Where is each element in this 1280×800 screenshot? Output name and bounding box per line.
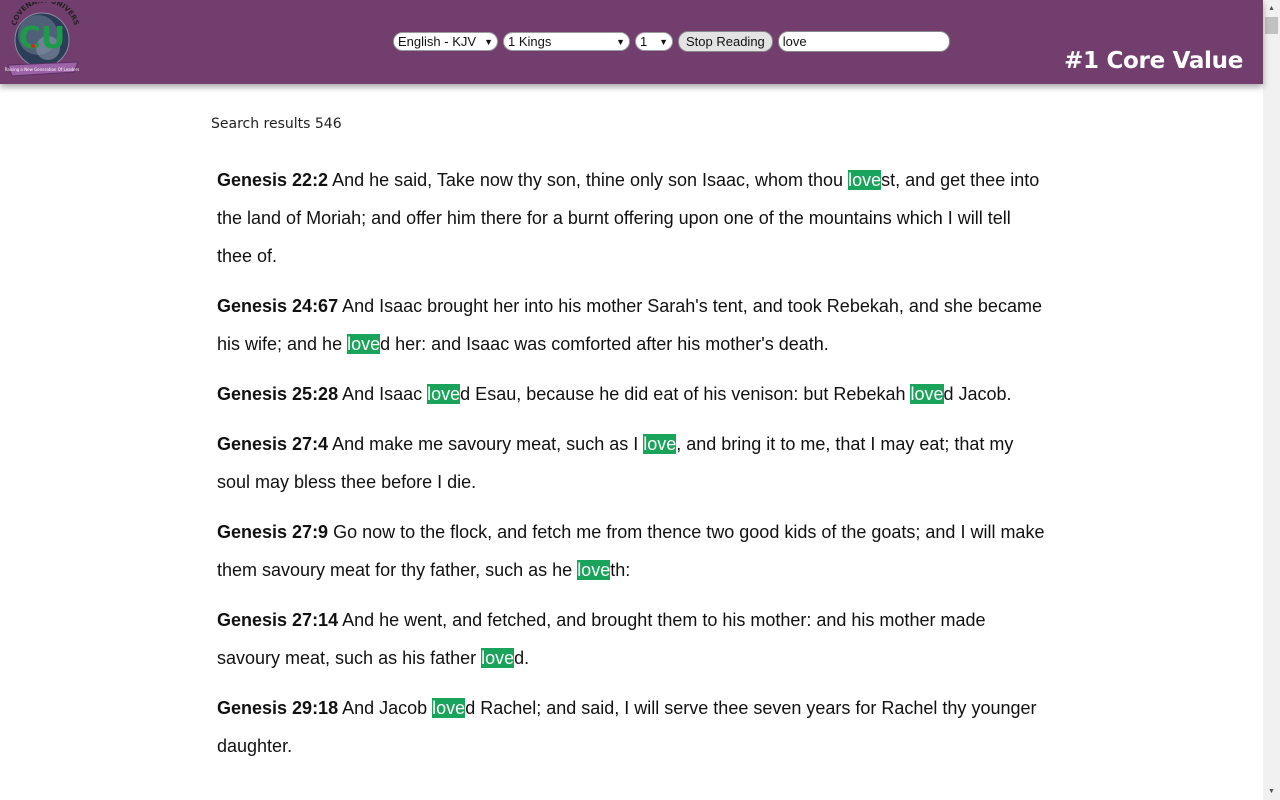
chapter-select-value: 1 [640, 34, 648, 49]
search-highlight: love [481, 648, 515, 668]
verse-result: Genesis 29:18 And Jacob loved Rachel; an… [217, 689, 1047, 765]
language-select-value: English - KJV [398, 34, 477, 49]
verse-reference[interactable]: Genesis 24:67 [217, 296, 338, 316]
chevron-down-icon: ▼ [484, 36, 493, 47]
verse-result: Genesis 27:14 And he went, and fetched, … [217, 601, 1047, 677]
verse-text: th: [610, 560, 631, 580]
verse-result: Genesis 27:9 Go now to the flock, and fe… [217, 513, 1047, 589]
verse-reference[interactable]: Genesis 25:28 [217, 384, 338, 404]
search-input[interactable] [777, 31, 950, 52]
verse-text: d. [514, 648, 530, 668]
search-highlight: love [910, 384, 944, 404]
logo-icon: CU Raising a New Generation Of Leaders C… [0, 0, 80, 77]
language-select[interactable]: English - KJV ▼ [393, 32, 498, 51]
verse-result: Genesis 22:2 And he said, Take now thy s… [217, 161, 1047, 275]
book-select[interactable]: 1 Kings ▼ [503, 32, 630, 51]
verse-result: Genesis 24:67 And Isaac brought her into… [217, 287, 1047, 363]
scroll-down-icon[interactable]: ▼ [1263, 783, 1280, 800]
search-highlight: love [848, 170, 882, 190]
verse-reference[interactable]: Genesis 27:4 [217, 434, 328, 454]
verse-result: Genesis 27:4 And make me savoury meat, s… [217, 425, 1047, 501]
verse-text: And make me savoury meat, such as I [328, 434, 644, 454]
vertical-scrollbar[interactable]: ▲ ▼ [1263, 0, 1280, 800]
search-highlight: love [427, 384, 461, 404]
verse-text: And Isaac [338, 384, 428, 404]
svg-text:Raising a New Generation Of Le: Raising a New Generation Of Leaders [5, 67, 80, 72]
chevron-down-icon: ▼ [616, 36, 625, 47]
verse-text: And Jacob [338, 698, 433, 718]
search-highlight: love [347, 334, 381, 354]
stop-reading-button[interactable]: Stop Reading [678, 31, 773, 52]
search-highlight: love [577, 560, 611, 580]
svg-text:CU: CU [19, 21, 65, 56]
top-header: CU Raising a New Generation Of Leaders C… [0, 0, 1263, 84]
verse-result: Genesis 25:28 And Isaac loved Esau, beca… [217, 375, 1047, 413]
verse-text: d Esau, because he did eat of his veniso… [460, 384, 911, 404]
reader-controls: English - KJV ▼ 1 Kings ▼ 1 ▼ Stop Readi… [393, 31, 950, 52]
search-results-count: Search results 546 [211, 116, 342, 132]
core-value-heading: #1 Core Value [1064, 48, 1243, 74]
verse-reference[interactable]: Genesis 22:2 [217, 170, 328, 190]
verse-text: d Jacob. [943, 384, 1012, 404]
verse-reference[interactable]: Genesis 29:18 [217, 698, 338, 718]
verse-text: d her: and Isaac was comforted after his… [380, 334, 829, 354]
verse-text: And he said, Take now thy son, thine onl… [328, 170, 849, 190]
verse-text: Go now to the flock, and fetch me from t… [217, 522, 1045, 580]
chevron-down-icon: ▼ [659, 36, 668, 47]
verse-reference[interactable]: Genesis 27:14 [217, 610, 338, 630]
university-logo[interactable]: CU Raising a New Generation Of Leaders C… [0, 0, 82, 82]
search-results-list: Genesis 22:2 And he said, Take now thy s… [217, 161, 1047, 777]
search-highlight: love [643, 434, 677, 454]
scroll-up-icon[interactable]: ▲ [1263, 0, 1280, 17]
chapter-select[interactable]: 1 ▼ [635, 32, 673, 51]
verse-reference[interactable]: Genesis 27:9 [217, 522, 328, 542]
search-highlight: love [432, 698, 466, 718]
scrollbar-thumb[interactable] [1265, 17, 1278, 34]
book-select-value: 1 Kings [508, 34, 552, 49]
